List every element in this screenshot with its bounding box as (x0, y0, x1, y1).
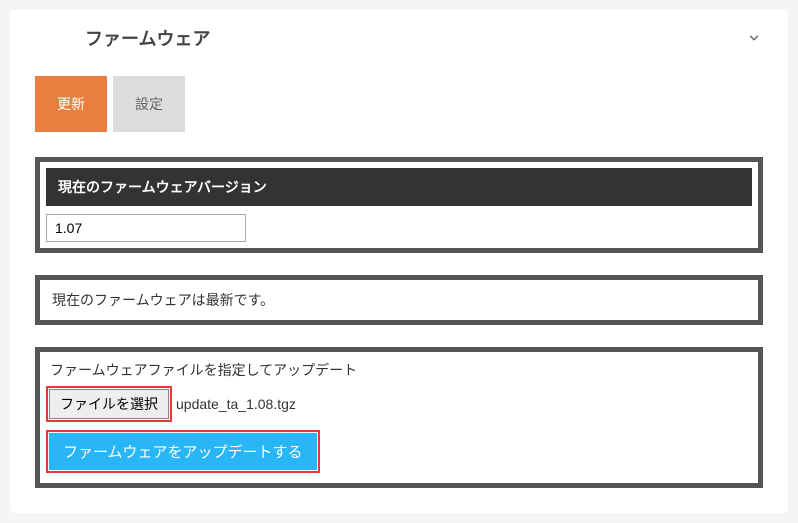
card-body: 更新 設定 現在のファームウェアバージョン 現在のファームウェアは最新です。 フ… (10, 61, 788, 513)
firmware-card: ファームウェア 更新 設定 現在のファームウェアバージョン 現在のファームウェア… (10, 10, 788, 513)
card-header[interactable]: ファームウェア (10, 10, 788, 61)
selected-file-name: update_ta_1.08.tgz (176, 396, 296, 412)
page-title: ファームウェア (85, 25, 210, 51)
tab-update[interactable]: 更新 (35, 76, 107, 132)
highlight-update-button: ファームウェアをアップデートする (46, 430, 320, 473)
file-row: ファイルを選択 update_ta_1.08.tgz (46, 386, 752, 422)
version-section-content (46, 206, 752, 242)
tab-settings[interactable]: 設定 (113, 76, 185, 132)
status-message: 現在のファームウェアは最新です。 (52, 292, 274, 308)
version-section: 現在のファームウェアバージョン (35, 157, 763, 253)
update-firmware-button[interactable]: ファームウェアをアップデートする (49, 433, 317, 470)
upload-section: ファームウェアファイルを指定してアップデート ファイルを選択 update_ta… (35, 347, 763, 488)
status-box: 現在のファームウェアは最新です。 (35, 275, 763, 325)
choose-file-button[interactable]: ファイルを選択 (49, 389, 169, 419)
upload-label: ファームウェアファイルを指定してアップデート (46, 360, 752, 380)
highlight-file-button: ファイルを選択 (46, 386, 172, 422)
version-field[interactable] (46, 214, 246, 242)
tabs: 更新 設定 (35, 76, 763, 132)
chevron-down-icon (745, 29, 763, 47)
version-section-header: 現在のファームウェアバージョン (46, 168, 752, 206)
